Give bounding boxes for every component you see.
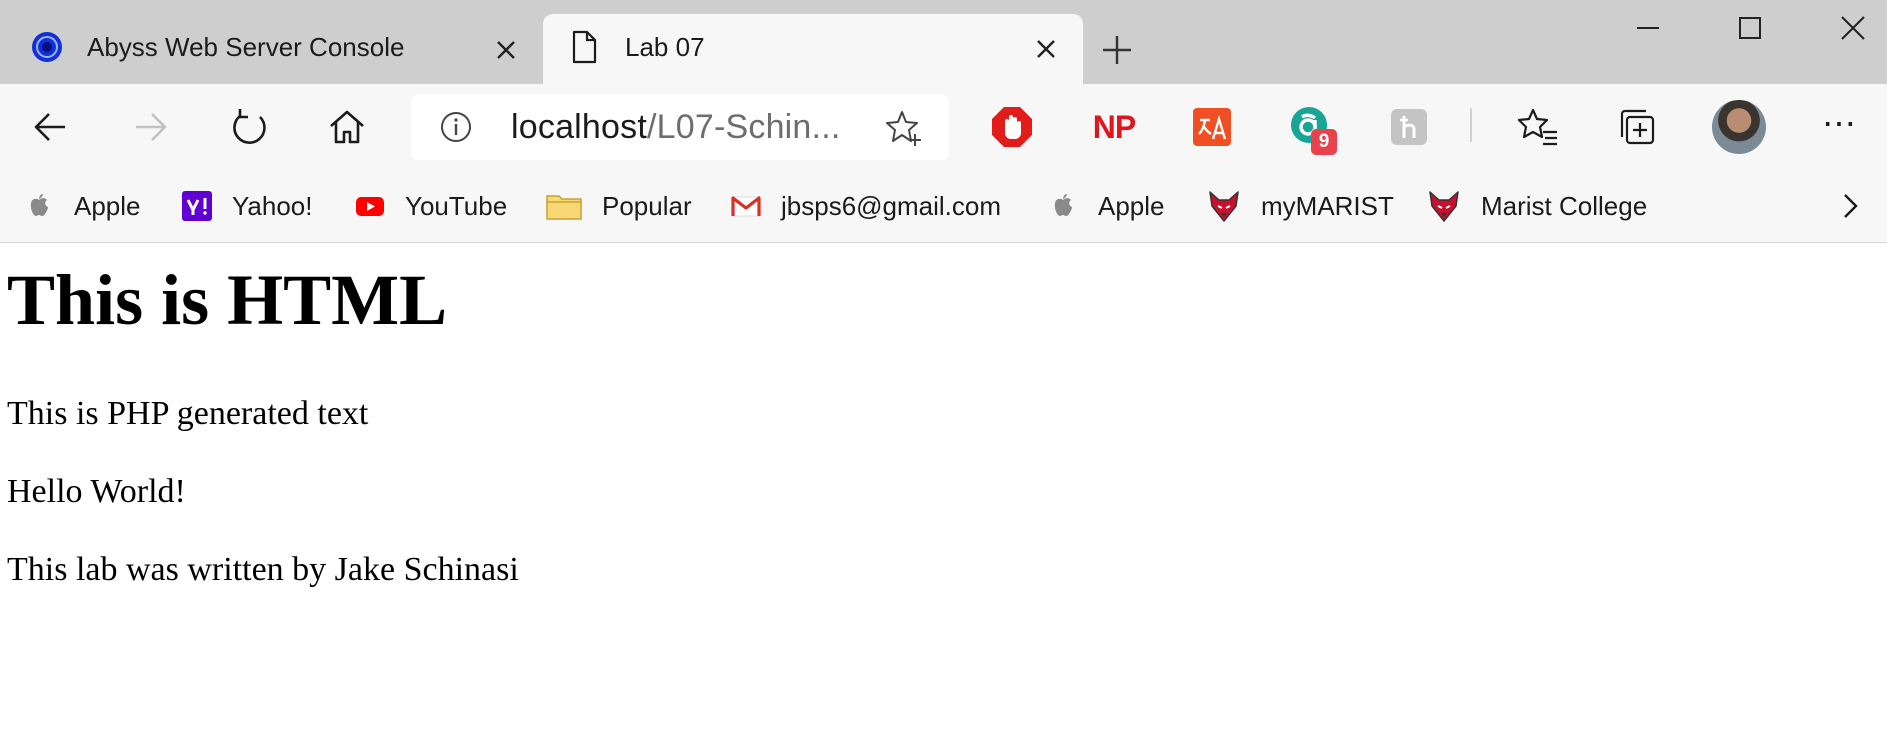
refresh-icon [233,109,266,144]
arrow-right-icon [136,113,167,141]
close-window-icon[interactable] [1833,8,1873,48]
folder-icon [546,195,582,220]
bookmark-apple[interactable]: Apple [24,186,141,226]
paragraph-author: This lab was written by Jake Schinasi [7,551,519,588]
tab-abyss-web-server-console[interactable]: Abyss Web Server Console [0,0,540,84]
bookmark-folder-popular[interactable]: Popular [546,186,692,226]
bookmark-label: Popular [602,190,692,221]
bookmark-label: YouTube [405,190,508,221]
tab-strip: Abyss Web Server Console Lab 07 [0,0,1887,84]
np-extension-icon[interactable]: NP [1090,103,1138,151]
toolbar-separator [1470,108,1472,142]
close-tab-icon[interactable] [1031,34,1061,64]
bookmark-label: jbsps6@gmail.com [781,190,1002,221]
bookmark-label: Marist College [1481,190,1648,221]
bookmark-yahoo[interactable]: Yahoo! [182,186,312,226]
url-text[interactable]: localhost/L07-Schin... [511,108,841,147]
tab-title: Abyss Web Server Console [87,32,405,62]
arrow-left-icon [34,113,65,141]
favorites-button[interactable] [1514,103,1562,151]
marist-fox-icon [1209,191,1239,222]
bookmark-youtube[interactable]: YouTube [355,186,507,226]
paragraph-php-text: This is PHP generated text [7,395,369,432]
add-favorite-star-icon[interactable] [884,108,924,148]
notification-badge: 9 [1311,129,1337,155]
favorites-star-list-icon [1517,108,1557,146]
collections-icon [1620,109,1655,145]
honey-extension-icon[interactable] [1385,103,1433,151]
bookmark-gmail[interactable]: jbsps6@gmail.com [731,186,1001,226]
bookmark-mymarist[interactable]: myMARIST [1207,186,1394,226]
yahoo-icon [182,191,212,221]
bookmark-label: Yahoo! [232,190,313,221]
bookmark-marist-college[interactable]: Marist College [1427,186,1647,226]
paragraph-hello-world: Hello World! [7,473,186,510]
page-icon [572,30,597,64]
back-button[interactable] [27,103,75,151]
page-heading: This is HTML [7,260,448,340]
more-options-icon[interactable]: ⋯ [1822,104,1858,144]
bookmark-label: Apple [74,190,141,221]
marist-fox-icon [1429,191,1459,222]
home-button[interactable] [323,103,371,151]
np-extension-label: NP [1092,108,1136,145]
home-icon [330,110,364,144]
bookmark-apple-2[interactable]: Apple [1048,186,1165,226]
adblock-icon[interactable] [988,103,1036,151]
minimize-icon[interactable] [1628,8,1668,48]
apple-icon [1054,194,1072,216]
close-tab-icon[interactable] [491,35,521,65]
refresh-button[interactable] [225,103,273,151]
info-icon[interactable] [439,110,473,144]
bookmarks-bar: Apple Yahoo! YouTube Popular jbsps6@gmai… [0,170,1887,243]
gmail-icon [731,196,761,217]
tab-title: Lab 07 [625,32,705,62]
browser-toolbar: localhost/L07-Schin... NP 9 ⋯ [0,84,1887,170]
address-bar[interactable]: localhost/L07-Schin... [411,94,949,160]
youtube-icon [356,197,384,216]
a-extension-icon[interactable]: 9 [1287,103,1337,155]
forward-button[interactable] [126,103,174,151]
translate-extension-icon[interactable] [1188,103,1236,151]
tab-lab-07[interactable]: Lab 07 [543,14,1083,84]
maximize-icon[interactable] [1730,8,1770,48]
page-content: This is HTML This is PHP generated text … [0,243,1887,753]
new-tab-plus-icon[interactable] [1097,30,1137,70]
collections-button[interactable] [1613,103,1661,151]
chevron-right-icon[interactable] [1832,188,1868,224]
url-path: /L07-Schin... [647,108,841,146]
bookmark-label: Apple [1098,190,1165,221]
abyss-favicon-icon [32,32,62,62]
bookmark-label: myMARIST [1261,190,1394,221]
profile-avatar[interactable] [1712,100,1766,154]
apple-icon [30,194,48,216]
url-host: localhost [511,108,647,146]
